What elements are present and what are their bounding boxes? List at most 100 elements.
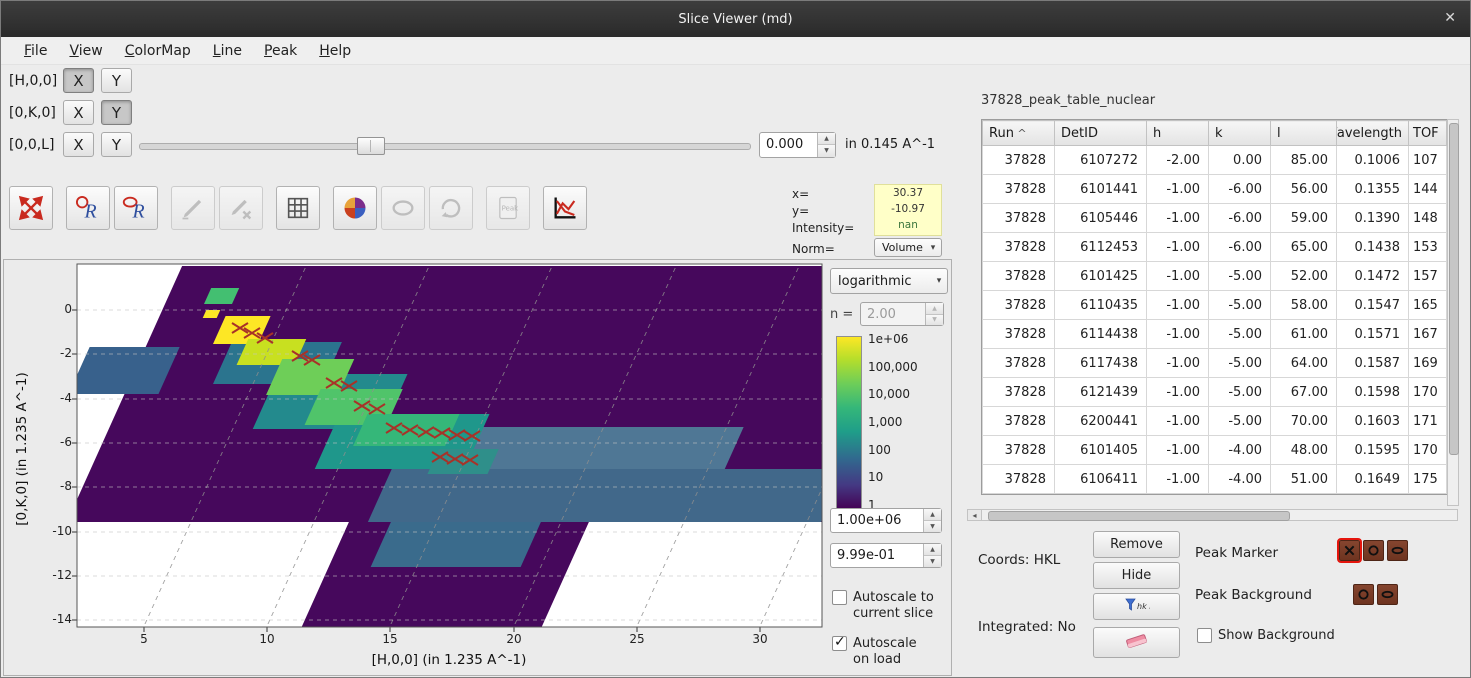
- peak-marker-ellipse-button[interactable]: [1387, 540, 1408, 561]
- vertical-scrollbar-thumb[interactable]: [1449, 123, 1459, 455]
- peak-background-label: Peak Background: [1195, 587, 1312, 603]
- dropdown-icon: ▾: [931, 276, 947, 286]
- y-tick-label: -6: [32, 435, 72, 449]
- peak-marker-buttons: [1339, 540, 1408, 561]
- peak-table-row[interactable]: 378286101441-1.00-6.0056.000.1355144: [983, 175, 1447, 204]
- colorbar-max-spinbox[interactable]: 1.00e+06 ▲ ▼: [830, 508, 942, 533]
- scroll-left-icon[interactable]: ◂: [967, 509, 982, 521]
- autoscale-load-checkbox[interactable]: ✓: [832, 636, 847, 651]
- peak-table-title: 37828_peak_table_nuclear: [981, 93, 1155, 108]
- column-header-wavelength[interactable]: Wavelength: [1337, 121, 1409, 146]
- peak-table-row[interactable]: 378286105446-1.00-6.0059.000.1390148: [983, 204, 1447, 233]
- colorbar-min-spinbox[interactable]: 9.99e-01 ▲ ▼: [830, 543, 942, 568]
- x-tick-label: 10: [252, 632, 282, 646]
- slider-handle[interactable]: [357, 137, 385, 155]
- sort-hkl-button[interactable]: hk l: [1093, 593, 1180, 620]
- menu-colormap[interactable]: ColorMap: [114, 40, 202, 62]
- autoscale-current-row: Autoscale to current slice: [832, 590, 950, 622]
- peak-background-ellipse-button[interactable]: [1377, 584, 1398, 605]
- colorbar-tick-label: 10: [868, 469, 918, 485]
- y-axis-label: [0,K,0] (in 1.235 A^-1): [14, 339, 30, 559]
- peak-table-row[interactable]: 378286121439-1.00-5.0067.000.1598170: [983, 378, 1447, 407]
- spin-up-icon[interactable]: ▲: [818, 133, 835, 146]
- peak-table-row[interactable]: 378286112453-1.00-6.0065.000.1438153: [983, 233, 1447, 262]
- peak-table-row[interactable]: 378286107272-2.000.0085.000.1006107: [983, 146, 1447, 175]
- peak-marker-circle-button[interactable]: [1363, 540, 1384, 561]
- slice-spinbox[interactable]: 0.000 ▲ ▼: [759, 132, 836, 158]
- peak-table-row[interactable]: 378286114438-1.00-5.0061.000.1571167: [983, 320, 1447, 349]
- scale-select[interactable]: logarithmic ▾: [830, 268, 948, 294]
- slice-plot[interactable]: [65, 260, 835, 642]
- svg-text:R: R: [132, 200, 145, 222]
- show-background-checkbox[interactable]: [1197, 628, 1212, 643]
- column-header-detid[interactable]: DetID: [1055, 121, 1147, 146]
- dim-h00-y-button[interactable]: Y: [101, 68, 132, 93]
- dim-label-0k0: [0,K,0]: [9, 105, 63, 121]
- x-tick-label: 25: [622, 632, 652, 646]
- autoscale-load-label: Autoscale on load: [853, 636, 935, 668]
- peak-table-row[interactable]: 378286101425-1.00-5.0052.000.1472157: [983, 262, 1447, 291]
- column-header-tof[interactable]: TOF: [1409, 121, 1447, 146]
- y-tick-label: -14: [32, 612, 72, 626]
- dim-0k0-x-button[interactable]: X: [63, 100, 94, 125]
- dim-0k0-y-button[interactable]: Y: [101, 100, 132, 125]
- norm-select[interactable]: Volume ▾: [874, 238, 942, 257]
- peak-background-circle-button[interactable]: [1353, 584, 1374, 605]
- column-header-run[interactable]: Run ^: [983, 121, 1055, 146]
- clear-rows-button[interactable]: [1093, 627, 1180, 658]
- show-background-row: Show Background: [1197, 628, 1335, 644]
- dim-00l-y-button[interactable]: Y: [101, 132, 132, 157]
- colorbar-min-value: 9.99e-01: [831, 548, 923, 563]
- menu-file[interactable]: File: [13, 40, 58, 62]
- draw-line-icon: [179, 194, 207, 222]
- pixel-grid-button[interactable]: [276, 186, 320, 230]
- peak-table-row[interactable]: 378286110435-1.00-5.0058.000.1547165: [983, 291, 1447, 320]
- colorbar-tick-label: 1,000: [868, 414, 918, 430]
- autoscale-current-checkbox[interactable]: [832, 590, 847, 605]
- colorbar-tick-labels: 1e+06100,00010,0001,000100101: [868, 331, 918, 513]
- horizontal-scrollbar-track[interactable]: [982, 509, 1458, 521]
- y-tick-label: -10: [32, 524, 72, 538]
- overlay-peaks-button[interactable]: R: [66, 186, 110, 230]
- zoom-extents-button[interactable]: [9, 186, 53, 230]
- menu-line[interactable]: Line: [202, 40, 253, 62]
- column-header-k[interactable]: k: [1209, 121, 1271, 146]
- spin-down-icon[interactable]: ▼: [924, 556, 941, 567]
- close-button[interactable]: ✕: [1444, 10, 1456, 26]
- spin-up-icon[interactable]: ▲: [924, 509, 941, 521]
- line-plots-button[interactable]: [543, 186, 587, 230]
- peak-table-row[interactable]: 378286101405-1.00-4.0048.000.1595170: [983, 436, 1447, 465]
- show-background-label: Show Background: [1218, 628, 1335, 644]
- menu-help[interactable]: Help: [308, 40, 362, 62]
- column-header-l[interactable]: l: [1271, 121, 1337, 146]
- remove-peak-button[interactable]: Remove: [1093, 531, 1180, 558]
- spin-down-icon[interactable]: ▼: [924, 521, 941, 532]
- nonorthogonal-view-button[interactable]: [333, 186, 377, 230]
- menu-view[interactable]: View: [58, 40, 113, 62]
- slice-slider[interactable]: [139, 135, 751, 155]
- peak-table-row[interactable]: 378286200441-1.00-5.0070.000.1603171: [983, 407, 1447, 436]
- cross-icon: [1342, 543, 1357, 558]
- hide-peak-button[interactable]: Hide: [1093, 562, 1180, 589]
- x-tick-label: 5: [129, 632, 159, 646]
- peak-table-row[interactable]: 378286106411-1.00-4.0051.000.1649175: [983, 465, 1447, 494]
- table-vertical-scrollbar[interactable]: [1447, 119, 1459, 506]
- dim-00l-x-button[interactable]: X: [63, 132, 94, 157]
- spin-down-icon[interactable]: ▼: [818, 145, 835, 157]
- overlay-peaks-alt-button[interactable]: R: [114, 186, 158, 230]
- menu-peak[interactable]: Peak: [253, 40, 308, 62]
- add-peak-icon: Peak: [494, 194, 522, 222]
- coords-label: Coords: HKL: [978, 552, 1060, 568]
- table-horizontal-scrollbar[interactable]: ◂: [967, 509, 1458, 521]
- spin-up-icon[interactable]: ▲: [924, 544, 941, 556]
- dim-h00-x-button[interactable]: X: [63, 68, 94, 93]
- peak-table-row[interactable]: 378286117438-1.00-5.0064.000.1587169: [983, 349, 1447, 378]
- column-header-h[interactable]: h: [1147, 121, 1209, 146]
- y-tick-label: -12: [32, 568, 72, 582]
- cursor-readout: 30.37 -10.97 nan: [874, 184, 942, 236]
- colorbar-gradient: [836, 336, 862, 510]
- peak-marker-cross-button[interactable]: [1339, 540, 1360, 561]
- edit-line-icon: [227, 194, 255, 222]
- power-value: 2.00: [861, 307, 925, 322]
- horizontal-scrollbar-thumb[interactable]: [988, 511, 1290, 521]
